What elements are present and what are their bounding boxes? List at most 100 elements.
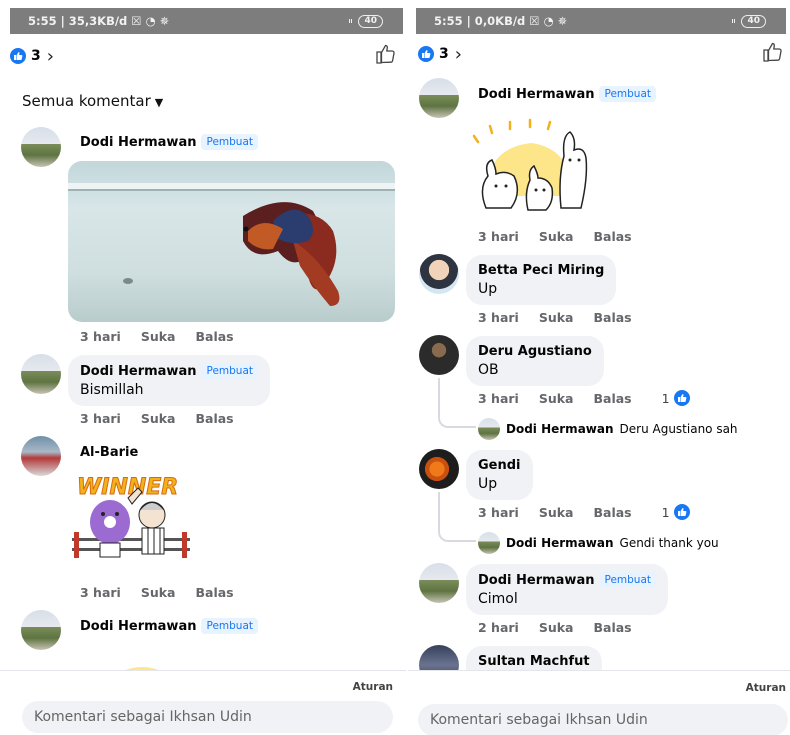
reply-link[interactable]: Balas <box>594 229 632 244</box>
like-outline-icon[interactable] <box>762 41 784 67</box>
reply-link[interactable]: Balas <box>594 620 632 635</box>
comment-actions: 3 hari Suka Balas <box>80 585 234 600</box>
reply-link[interactable]: Balas <box>196 329 234 344</box>
reaction-count-value: 1 <box>661 390 670 406</box>
avatar[interactable] <box>21 127 61 167</box>
like-link[interactable]: Suka <box>539 391 574 406</box>
comment-filter-dropdown[interactable]: Semua komentar ▼ <box>22 92 163 110</box>
status-bar: 5:55 | 0,0KB/d ☒ ◔ ✵ ₗₗ 40 <box>416 8 786 34</box>
like-outline-icon[interactable] <box>375 43 397 69</box>
reply-link[interactable]: Balas <box>196 411 234 426</box>
author-name[interactable]: Dodi Hermawan <box>80 364 196 379</box>
comment-author[interactable]: Dodi Hermawan Pembuat <box>80 618 259 634</box>
winner-sticker[interactable]: WINNER <box>72 470 197 570</box>
comment-author[interactable]: Betta Peci Miring <box>478 263 604 278</box>
avatar <box>478 418 500 440</box>
rules-link[interactable]: Aturan <box>746 682 786 694</box>
status-text: 5:55 | 0,0KB/d ☒ ◔ ✵ <box>434 14 568 28</box>
like-link[interactable]: Suka <box>141 411 176 426</box>
comment-author[interactable]: Gendi <box>478 458 521 473</box>
comment-text: Cimol <box>478 591 518 607</box>
reaction-count-value: 1 <box>661 504 670 520</box>
avatar[interactable] <box>419 254 459 294</box>
comment-input[interactable] <box>22 701 393 733</box>
reply-author[interactable]: Dodi Hermawan <box>506 422 614 436</box>
author-name[interactable]: Dodi Hermawan <box>80 619 196 634</box>
avatar[interactable] <box>419 335 459 375</box>
comment-text: Up <box>478 281 498 297</box>
author-name[interactable]: Dodi Hermawan <box>478 573 594 588</box>
reaction-count[interactable]: 1 <box>662 390 690 406</box>
reactions-header: 3 › <box>10 40 397 72</box>
comment-photo-betta-fish[interactable] <box>68 161 395 322</box>
author-name[interactable]: Dodi Hermawan <box>80 135 196 150</box>
like-reaction-icon <box>673 504 690 520</box>
status-text: 5:55 | 35,3KB/d ☒ ◔ ✵ <box>28 14 170 28</box>
author-badge: Pembuat <box>201 618 259 634</box>
status-icons: ₗₗ 40 <box>348 14 383 28</box>
comment-actions: 3 hari Suka Balas <box>478 310 632 325</box>
battery-icon: 40 <box>741 14 766 28</box>
rules-link[interactable]: Aturan <box>353 681 393 693</box>
comment-composer: Aturan <box>0 670 407 735</box>
comment-author[interactable]: Dodi Hermawan Pembuat <box>80 134 259 150</box>
avatar[interactable] <box>21 354 61 394</box>
reply-preview[interactable]: Dodi Hermawan Deru Agustiano sah <box>478 418 738 440</box>
comment-actions: 3 hari Suka Balas <box>80 411 234 426</box>
left-screenshot: 5:55 | 35,3KB/d ☒ ◔ ✵ ₗₗ 40 3 › Semua ko… <box>0 0 407 735</box>
like-count[interactable]: 3 <box>439 46 449 62</box>
like-count[interactable]: 3 <box>31 48 41 64</box>
comment-bubble: Dodi Hermawan Pembuat Bismillah <box>68 355 271 406</box>
comment-actions: 3 hari Suka Balas <box>478 229 632 244</box>
reply-preview[interactable]: Dodi Hermawan Gendi thank you <box>478 532 719 554</box>
like-link[interactable]: Suka <box>141 329 176 344</box>
comment-author[interactable]: Al-Barie <box>80 445 138 460</box>
status-bar: 5:55 | 35,3KB/d ☒ ◔ ✵ ₗₗ 40 <box>10 8 403 34</box>
reply-link[interactable]: Balas <box>594 310 632 325</box>
signal-icon: ₗₗ <box>731 16 736 26</box>
like-reaction-icon[interactable] <box>10 48 26 64</box>
like-link[interactable]: Suka <box>539 310 574 325</box>
comment-actions: 3 hari Suka Balas 1 <box>478 504 690 520</box>
chevron-right-icon[interactable]: › <box>47 46 54 67</box>
sticker-text: WINNER <box>77 475 178 500</box>
like-link[interactable]: Suka <box>539 505 574 520</box>
comment-author[interactable]: Dodi Hermawan Pembuat <box>478 572 657 588</box>
comment-author[interactable]: Dodi Hermawan Pembuat <box>80 363 259 379</box>
comment-input[interactable] <box>418 704 788 735</box>
comment-time: 3 hari <box>478 310 519 325</box>
like-link[interactable]: Suka <box>141 585 176 600</box>
reply-author[interactable]: Dodi Hermawan <box>506 536 614 550</box>
comment-time: 3 hari <box>80 585 121 600</box>
author-badge: Pembuat <box>599 86 657 102</box>
avatar <box>478 532 500 554</box>
avatar[interactable] <box>419 563 459 603</box>
author-name[interactable]: Dodi Hermawan <box>478 87 594 102</box>
avatar[interactable] <box>419 78 459 118</box>
chevron-right-icon[interactable]: › <box>455 44 462 65</box>
comment-author[interactable]: Sultan Machfut <box>478 654 590 669</box>
sun-sticker-partial[interactable] <box>112 660 172 670</box>
like-link[interactable]: Suka <box>539 229 574 244</box>
avatar[interactable] <box>419 449 459 489</box>
comment-composer: Aturan <box>408 670 790 735</box>
author-name[interactable]: Al-Barie <box>80 445 138 460</box>
reply-link[interactable]: Balas <box>594 391 632 406</box>
like-link[interactable]: Suka <box>539 620 574 635</box>
reaction-count[interactable]: 1 <box>662 504 690 520</box>
signal-icon: ₗₗ <box>348 16 353 26</box>
reply-link[interactable]: Balas <box>594 505 632 520</box>
comment-author[interactable]: Deru Agustiano <box>478 344 592 359</box>
like-reaction-icon[interactable] <box>418 46 434 62</box>
comment-bubble: Dodi Hermawan Pembuat Cimol <box>466 564 669 615</box>
comment-bubble: Betta Peci Miring Up <box>466 255 617 305</box>
bunnies-sun-sticker[interactable] <box>466 118 591 214</box>
author-badge: Pembuat <box>201 134 259 150</box>
avatar[interactable] <box>21 610 61 650</box>
comment-author[interactable]: Dodi Hermawan Pembuat <box>478 86 657 102</box>
right-screenshot: 5:55 | 0,0KB/d ☒ ◔ ✵ ₗₗ 40 3 › Dodi Herm… <box>408 0 790 735</box>
author-badge: Pembuat <box>599 572 657 588</box>
comment-time: 2 hari <box>478 620 519 635</box>
reply-link[interactable]: Balas <box>196 585 234 600</box>
avatar[interactable] <box>21 436 61 476</box>
